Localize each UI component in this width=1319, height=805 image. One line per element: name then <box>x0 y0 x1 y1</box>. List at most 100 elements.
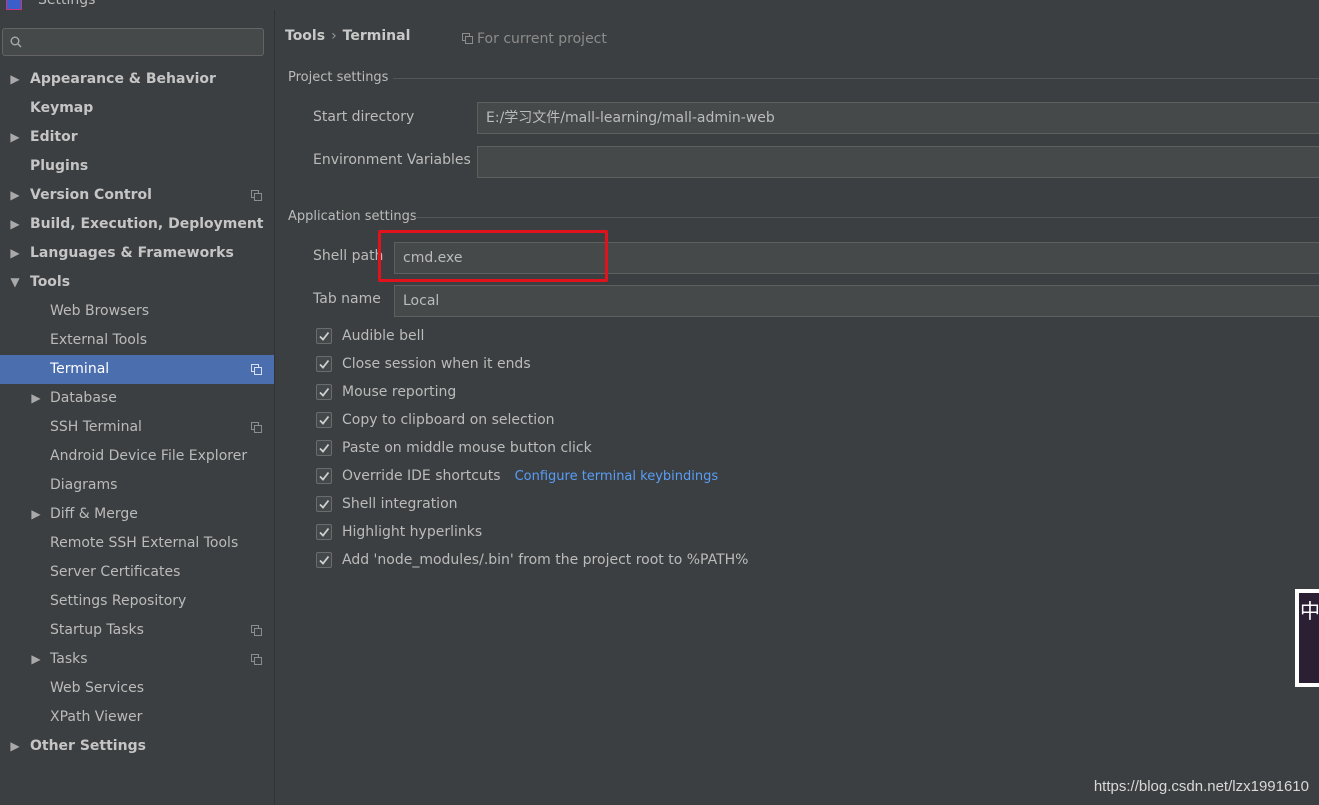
checkbox[interactable] <box>316 328 332 344</box>
checkbox-text: Highlight hyperlinks <box>342 524 483 540</box>
collapsed-arrow-icon[interactable]: ▶ <box>29 384 43 413</box>
application-settings-divider <box>415 217 1319 218</box>
tab-name-label: Tab name <box>313 291 381 307</box>
checkbox-label[interactable]: Shell integration <box>342 493 458 515</box>
checkbox-label[interactable]: Close session when it ends <box>342 353 531 375</box>
sidebar-item-languages-frameworks[interactable]: ▶ Languages & Frameworks <box>0 239 274 268</box>
sidebar-item-version-control[interactable]: ▶ Version Control <box>0 181 274 210</box>
sidebar-item-label: Plugins <box>30 158 89 174</box>
sidebar-item-tools[interactable]: ▼ Tools <box>0 268 274 297</box>
application-settings-title: Application settings <box>288 209 417 224</box>
checkbox[interactable] <box>316 412 332 428</box>
project-scope-icon <box>251 654 262 665</box>
sidebar-item-settings-repository[interactable]: Settings Repository <box>0 587 274 616</box>
sidebar-item-appearance-behavior[interactable]: ▶ Appearance & Behavior <box>0 65 274 94</box>
collapsed-arrow-icon[interactable]: ▶ <box>8 181 22 210</box>
checkmark-icon <box>319 331 330 341</box>
expanded-arrow-icon[interactable]: ▼ <box>8 268 22 297</box>
sidebar-item-keymap[interactable]: Keymap <box>0 94 274 123</box>
sidebar-item-terminal[interactable]: Terminal <box>0 355 274 384</box>
sidebar-item-editor[interactable]: ▶ Editor <box>0 123 274 152</box>
checkbox[interactable] <box>316 524 332 540</box>
watermark-url: https://blog.csdn.net/lzx1991610 <box>1093 778 1309 795</box>
sidebar-item-android-device-file-explorer[interactable]: Android Device File Explorer <box>0 442 274 471</box>
environment-variables-label: Environment Variables <box>313 152 471 168</box>
checkmark-icon <box>319 555 330 565</box>
settings-search-box[interactable] <box>2 28 264 56</box>
checkbox[interactable] <box>316 440 332 456</box>
sidebar-item-label: Server Certificates <box>50 564 181 580</box>
configure-keybindings-link[interactable]: Configure terminal keybindings <box>515 469 719 484</box>
sidebar-item-label: Tools <box>30 274 71 290</box>
collapsed-arrow-icon[interactable]: ▶ <box>8 732 22 761</box>
checkbox-label[interactable]: Add 'node_modules/.bin' from the project… <box>342 549 748 571</box>
checkmark-icon <box>319 527 330 537</box>
collapsed-arrow-icon[interactable]: ▶ <box>29 645 43 674</box>
sidebar-item-web-browsers[interactable]: Web Browsers <box>0 297 274 326</box>
sidebar-item-external-tools[interactable]: External Tools <box>0 326 274 355</box>
collapsed-arrow-icon[interactable]: ▶ <box>8 239 22 268</box>
title-bar: Settings <box>0 0 1319 10</box>
thumbnail-glyph: 中 <box>1300 599 1319 623</box>
sidebar-item-diff-merge[interactable]: ▶ Diff & Merge <box>0 500 274 529</box>
shell-path-highlight-box <box>378 230 608 282</box>
collapsed-arrow-icon[interactable]: ▶ <box>29 500 43 529</box>
checkbox-label[interactable]: Copy to clipboard on selection <box>342 409 555 431</box>
breadcrumb-tools[interactable]: Tools <box>285 28 325 44</box>
sidebar-item-label: Settings Repository <box>50 593 187 609</box>
checkbox-text: Close session when it ends <box>342 356 531 372</box>
checkbox[interactable] <box>316 496 332 512</box>
checkmark-icon <box>319 471 330 481</box>
sidebar-item-label: Terminal <box>50 361 110 377</box>
checkbox[interactable] <box>316 468 332 484</box>
checkbox-label[interactable]: Mouse reporting <box>342 381 456 403</box>
sidebar-item-label: Build, Execution, Deployment <box>30 216 264 232</box>
sidebar-item-label: Web Browsers <box>50 303 149 319</box>
checkbox-label[interactable]: Paste on middle mouse button click <box>342 437 592 459</box>
sidebar-item-tasks[interactable]: ▶ Tasks <box>0 645 274 674</box>
sidebar-item-remote-ssh-external-tools[interactable]: Remote SSH External Tools <box>0 529 274 558</box>
sidebar-item-build-execution-deployment[interactable]: ▶ Build, Execution, Deployment <box>0 210 274 239</box>
sidebar-item-diagrams[interactable]: Diagrams <box>0 471 274 500</box>
checkbox-text: Paste on middle mouse button click <box>342 440 592 456</box>
breadcrumb: Tools › Terminal <box>285 28 410 44</box>
checkbox-label[interactable]: Override IDE shortcuts Configure terminal… <box>342 465 718 488</box>
checkbox[interactable] <box>316 552 332 568</box>
checkbox-text: Copy to clipboard on selection <box>342 412 555 428</box>
collapsed-arrow-icon[interactable]: ▶ <box>8 210 22 239</box>
for-current-project-label: For current project <box>477 31 607 47</box>
tab-name-field[interactable]: Local <box>394 285 1319 317</box>
sidebar-item-label: XPath Viewer <box>50 709 143 725</box>
sidebar-item-xpath-viewer[interactable]: XPath Viewer <box>0 703 274 732</box>
floating-thumbnail[interactable]: 中 <box>1295 589 1319 687</box>
sidebar-item-label: Languages & Frameworks <box>30 245 234 261</box>
sidebar-item-other-settings[interactable]: ▶ Other Settings <box>0 732 274 761</box>
checkmark-icon <box>319 415 330 425</box>
checkbox-text: Mouse reporting <box>342 384 457 400</box>
sidebar-item-label: Keymap <box>30 100 94 116</box>
sidebar-item-web-services[interactable]: Web Services <box>0 674 274 703</box>
sidebar-item-label: SSH Terminal <box>50 419 142 435</box>
checkbox-label[interactable]: Audible bell <box>342 325 424 347</box>
checkmark-icon <box>319 387 330 397</box>
checkbox[interactable] <box>316 356 332 372</box>
for-current-project-note: For current project <box>462 31 607 47</box>
checkbox-text: Override IDE shortcuts <box>342 468 501 484</box>
project-scope-icon <box>251 190 262 201</box>
sidebar-item-database[interactable]: ▶ Database <box>0 384 274 413</box>
sidebar-item-server-certificates[interactable]: Server Certificates <box>0 558 274 587</box>
checkbox-text: Shell integration <box>342 496 458 512</box>
sidebar-item-ssh-terminal[interactable]: SSH Terminal <box>0 413 274 442</box>
sidebar-item-startup-tasks[interactable]: Startup Tasks <box>0 616 274 645</box>
start-directory-field[interactable]: E:/学习文件/mall-learning/mall-admin-web <box>477 102 1319 134</box>
settings-tree: ▶ Appearance & Behavior Keymap ▶ Editor Plugi… <box>0 65 274 761</box>
checkbox-label[interactable]: Highlight hyperlinks <box>342 521 482 543</box>
sidebar-item-plugins[interactable]: Plugins <box>0 152 274 181</box>
collapsed-arrow-icon[interactable]: ▶ <box>8 65 22 94</box>
collapsed-arrow-icon[interactable]: ▶ <box>8 123 22 152</box>
environment-variables-field[interactable] <box>477 146 1319 178</box>
shell-path-label: Shell path <box>313 248 384 264</box>
search-input[interactable] <box>35 31 259 55</box>
checkbox[interactable] <box>316 384 332 400</box>
checkmark-icon <box>319 359 330 369</box>
